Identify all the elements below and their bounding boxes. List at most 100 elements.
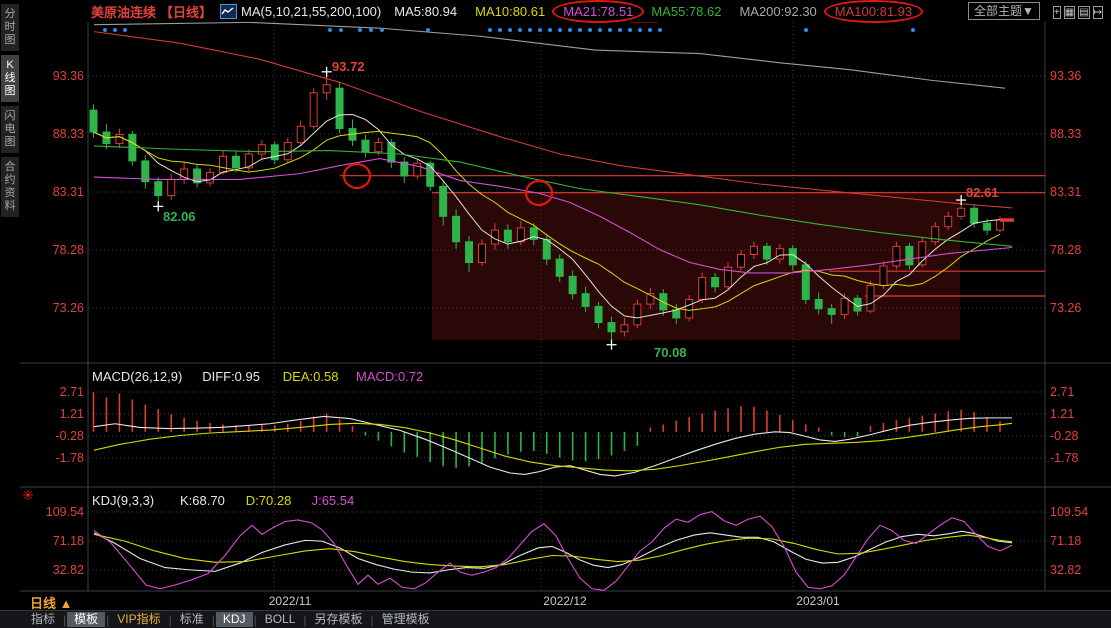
bottom-tab-6[interactable]: BOLL [258,612,303,627]
blue-dot-marker [911,28,915,32]
tab-separator: | [63,613,66,627]
bottom-tab-1[interactable]: 指标 [24,612,62,627]
bottom-tab-4[interactable]: 标准 [173,612,211,627]
candle-body [90,110,97,132]
blue-dot-marker [618,28,622,32]
candlestick-chart-icon[interactable] [220,4,237,19]
dea-line [94,423,1012,470]
candle-body [763,246,770,259]
blue-dot-marker [369,28,373,32]
candle-body [984,223,991,230]
y-axis-label: 83.31 [1050,185,1081,199]
blue-dot-marker [804,28,808,32]
axis-icon[interactable]: ▤ [1078,6,1089,19]
blue-dot-marker [628,28,632,32]
y-axis-label: -0.28 [1050,429,1079,443]
y-axis-label: 1.21 [60,407,84,421]
y-axis-label: 109.54 [46,505,84,519]
candle-body [621,325,628,332]
blue-dot-marker [103,28,107,32]
blue-dot-marker [588,28,592,32]
candle-body [375,142,382,151]
kdj-header: D:70.28 [246,493,292,508]
tab-separator: | [106,613,109,627]
top-bar: 美原油连续 【日线】 MA(5,10,21,55,200,100) MA5:80… [20,0,1111,22]
tab-separator: | [254,613,257,627]
y-axis-label: 2.71 [60,385,84,399]
blue-dot-marker [598,28,602,32]
candle-body [841,298,848,314]
candle-body [116,134,123,143]
candle-body [906,246,913,264]
candle-body [440,186,447,216]
kdj-header: K:68.70 [180,493,225,508]
d-line [94,534,1012,567]
red-circle-annotation [824,0,923,23]
candle-body [569,276,576,293]
price-annotation: 82.06 [163,209,196,224]
y-axis-label: 71.18 [53,534,84,548]
y-axis-label: 78.28 [53,243,84,257]
blue-dot-marker [608,28,612,32]
grid-icon[interactable]: ▦ [1064,6,1075,19]
macd-header: DEA:0.58 [283,369,339,384]
candle-body [634,304,641,325]
sun-icon [24,497,26,499]
popout-icon[interactable]: ↦ [1093,6,1103,19]
y-axis-label: -1.78 [56,451,85,465]
bottom-tab-3[interactable]: VIP指标 [110,612,167,627]
x-axis-label: 2022/11 [269,594,312,608]
bottom-tab-2[interactable]: 模板 [67,612,105,627]
tab-separator: | [169,613,172,627]
candle-body [258,145,265,154]
ma-legend-item-4: MA200:92.30 [736,4,819,19]
price-annotation: 70.08 [654,345,687,360]
sun-icon [30,491,32,493]
candle-body [686,299,693,317]
period-tag: 【日线】 [160,2,212,21]
window-icons: +▦▤ ↦ [1050,3,1103,20]
candle-body [582,294,589,307]
candle-body [310,93,317,126]
sidebar-tab-1[interactable]: 分时图 [1,4,19,51]
ma-settings-label: MA(5,10,21,55,200,100) [241,4,381,19]
candle-body [608,323,615,332]
ma-legend-item-0: MA5:80.94 [391,4,460,19]
sidebar-tab-2[interactable]: K线图 [1,55,19,102]
y-axis-label: 73.26 [1050,301,1081,315]
candle-body [220,156,227,172]
y-axis-label: 1.21 [1050,407,1074,421]
ma-legend-item-2: MA21:78.51 [560,4,636,19]
sun-icon [26,493,30,497]
candle-body [323,85,330,93]
blue-dot-marker [123,28,127,32]
candle-body [880,266,887,286]
bottom-tab-5[interactable]: KDJ [216,612,253,627]
bottom-tab-8[interactable]: 管理模板 [375,612,437,627]
candle-body [207,172,214,182]
blue-dot-marker [328,28,332,32]
macd-header: DIFF:0.95 [202,369,260,384]
theme-dropdown-button[interactable]: 全部主题▼ [968,2,1040,20]
sidebar-tab-3[interactable]: 闪电图 [1,106,19,153]
blue-dot-marker [518,28,522,32]
bottom-tab-7[interactable]: 另存模板 [308,612,370,627]
sidebar-tab-4[interactable]: 合约资料 [1,157,19,217]
tab-separator: | [371,613,374,627]
candle-body [479,244,486,262]
candle-body [828,309,835,315]
ma-legend-item-1: MA10:80.61 [472,4,548,19]
y-axis-label: 32.82 [53,563,84,577]
x-axis-label: 2022/12 [543,594,586,608]
ma-legend-item-3: MA55:78.62 [648,4,724,19]
candle-body [155,182,162,196]
move-icon[interactable]: + [1053,6,1061,19]
blue-dot-marker [358,28,362,32]
tab-separator: | [212,613,215,627]
red-circle-annotation [552,0,644,23]
chart-mode-sidebar: 分时图 K线图闪电图合约资料 [0,0,20,592]
blue-dot-marker [113,28,117,32]
ma-line-ma100 [94,32,1012,208]
candlestick-chart[interactable]: MACD(26,12,9)DIFF:0.95DEA:0.58MACD:0.72K… [0,0,1111,628]
diff-line [94,416,1012,476]
